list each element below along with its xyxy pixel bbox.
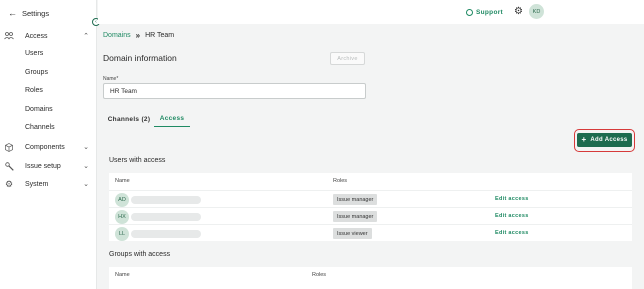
tab-access[interactable]: Access [154,111,190,127]
sidebar-item-channels[interactable]: Channels [25,124,55,131]
support-icon [466,8,473,16]
column-header-roles: Roles [333,178,348,184]
wrench-icon [4,161,14,171]
sidebar: ← Settings Access ⌃ Users Groups Roles D… [0,0,97,289]
table-row: AD Issue manager Edit access [109,190,632,207]
table-row: HX Issue manager Edit access [109,207,632,224]
sidebar-section-label: System [25,180,49,188]
users-with-access-heading: Users with access [109,157,166,164]
role-badge: Issue manager [333,194,378,205]
chevron-down-icon[interactable]: ⌄ [83,143,89,151]
double-chevron-right-icon: » [135,30,141,40]
topbar [98,0,644,24]
sidebar-item-groups[interactable]: Groups [25,69,48,76]
name-placeholder [131,230,201,238]
edit-access-link[interactable]: Edit access [495,230,529,236]
breadcrumb-domains-link[interactable]: Domains [103,32,131,39]
groups-table: Name Roles [109,267,632,289]
sidebar-section-label: Issue setup [25,162,61,170]
sidebar-section-issue-setup[interactable]: Issue setup ⌄ [0,159,97,173]
page-title: Domain information [103,53,177,63]
support-label: Support [476,8,504,16]
settings-back[interactable]: ← Settings [8,7,49,19]
name-placeholder [131,213,201,221]
table-row: LL Issue viewer Edit access [109,224,632,241]
tab-channels[interactable]: Channels (2) [107,111,151,127]
groups-with-access-heading: Groups with access [109,251,171,258]
sidebar-item-roles[interactable]: Roles [25,87,43,94]
name-placeholder [131,196,201,204]
table-header: Name Roles [109,173,632,189]
add-access-label: Add Access [590,137,628,143]
edit-access-link[interactable]: Edit access [495,213,529,219]
role-badge: Issue viewer [333,228,372,239]
name-field[interactable] [103,83,366,99]
sidebar-section-components[interactable]: Components ⌄ [0,140,97,154]
table-header: Name Roles [109,267,632,283]
support-link[interactable]: Support [466,6,503,18]
plus-icon: + [581,135,587,144]
chevron-down-icon[interactable]: ⌄ [83,162,89,170]
sidebar-item-domains[interactable]: Domains [25,106,53,113]
cube-icon [4,142,14,152]
name-field-label: Name* [103,76,119,82]
people-icon [4,31,14,41]
chevron-up-icon[interactable]: ⌃ [83,32,89,40]
add-access-button[interactable]: + Add Access [577,133,632,147]
sidebar-section-access[interactable]: Access ⌃ [0,29,97,43]
sidebar-title: Settings [22,8,50,18]
settings-gear-icon[interactable]: ⚙ [513,6,524,17]
avatar: AD [115,193,129,207]
role-badge: Issue manager [333,211,378,222]
column-header-name: Name [115,272,130,278]
chevron-left-icon: ‹ [95,19,97,25]
avatar: LL [115,227,129,241]
column-header-roles: Roles [312,272,327,278]
breadcrumb: Domains » HR Team [103,30,174,40]
arrow-left-icon[interactable]: ← [8,8,18,18]
sidebar-section-label: Components [25,143,65,151]
user-avatar[interactable]: KD [529,4,544,19]
edit-access-link[interactable]: Edit access [495,196,529,202]
column-header-name: Name [115,178,130,184]
archive-button[interactable]: Archive [330,52,365,65]
sidebar-section-system[interactable]: ⚙ System ⌄ [0,177,97,191]
breadcrumb-current: HR Team [145,31,175,39]
gear-icon: ⚙ [4,178,14,189]
users-table: Name Roles AD Issue manager Edit access … [109,173,632,241]
sidebar-item-users[interactable]: Users [25,50,43,57]
avatar: HX [115,210,129,224]
sidebar-section-label: Access [25,32,48,40]
chevron-down-icon[interactable]: ⌄ [83,180,89,188]
